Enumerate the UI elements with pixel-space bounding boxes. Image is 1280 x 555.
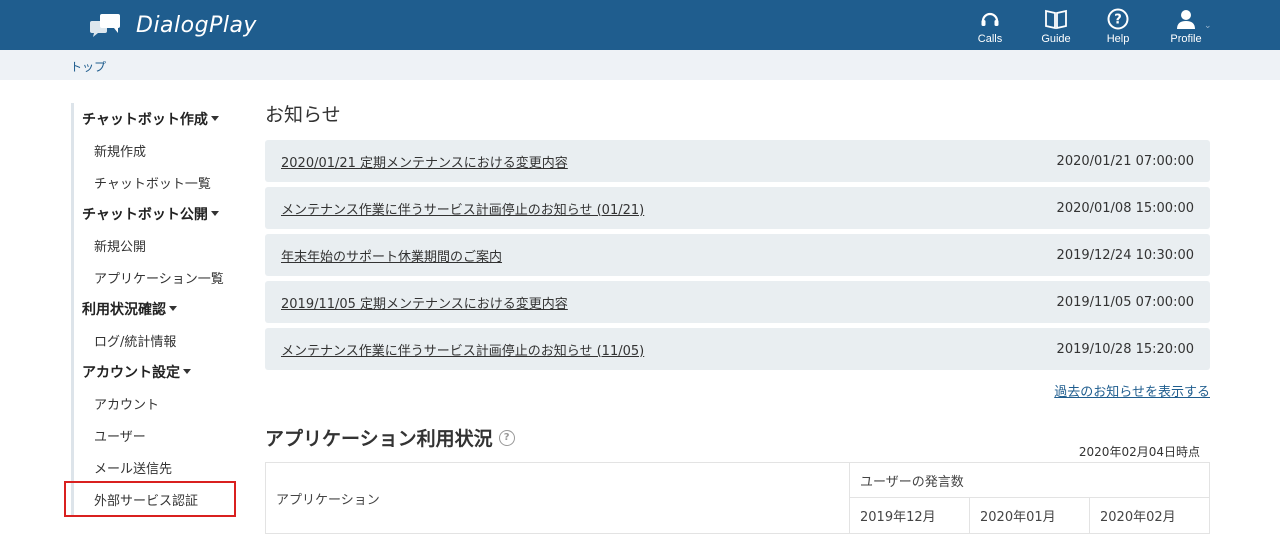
highlight-box [64, 481, 236, 517]
nav-profile-label: Profile [1170, 33, 1202, 45]
sidebar-group-label: 利用状況確認 [82, 301, 166, 318]
svg-text:?: ? [1114, 13, 1122, 28]
table-header-month: 2020年01月 [969, 497, 1090, 534]
table-header-user-messages: ユーザーの発言数 [849, 462, 1210, 498]
news-link[interactable]: 2019/11/05 定期メンテナンスにおける変更内容 [281, 293, 568, 312]
sidebar-group-label: チャットボット公開 [82, 206, 208, 223]
sidebar-group-usage[interactable]: 利用状況確認 [71, 293, 241, 324]
news-link[interactable]: 2020/01/21 定期メンテナンスにおける変更内容 [281, 152, 568, 171]
news-date: 2020/01/21 07:00:00 [1056, 153, 1194, 169]
nav-help[interactable]: ? Help [1088, 8, 1148, 45]
chat-bubbles-icon [90, 14, 120, 37]
app-logo[interactable]: DialogPlay [88, 10, 257, 40]
main-content: お知らせ 2020/01/21 定期メンテナンスにおける変更内容 2020/01… [265, 100, 1210, 534]
news-item: メンテナンス作業に伴うサービス計画停止のお知らせ (01/21) 2020/01… [265, 187, 1210, 229]
caret-down-icon [210, 211, 219, 216]
question-icon: ? [1107, 8, 1129, 30]
caret-down-icon [169, 306, 177, 311]
news-date: 2019/11/05 07:00:00 [1056, 294, 1194, 310]
breadcrumb: トップ [0, 50, 1280, 80]
chevron-down-icon[interactable]: ⌄ [1204, 21, 1212, 31]
sidebar-item-account[interactable]: アカウント [71, 387, 241, 419]
usage-table: アプリケーション ユーザーの発言数 2019年12月 2020年01月 2020… [265, 462, 1210, 534]
sidebar-group-account-settings[interactable]: アカウント設定 [71, 356, 241, 387]
sidebar-group-label: チャットボット作成 [82, 111, 208, 128]
sidebar-item-users[interactable]: ユーザー [71, 419, 241, 451]
table-header-month: 2020年02月 [1089, 497, 1210, 534]
nav-guide[interactable]: Guide [1026, 8, 1086, 45]
news-item: 年末年始のサポート休業期間のご案内 2019/12/24 10:30:00 [265, 234, 1210, 276]
news-link[interactable]: 年末年始のサポート休業期間のご案内 [281, 246, 502, 265]
caret-down-icon [183, 369, 191, 374]
question-icon[interactable]: ? [498, 429, 515, 446]
news-date: 2019/12/24 10:30:00 [1056, 247, 1194, 263]
nav-help-label: Help [1106, 33, 1130, 45]
news-item: 2020/01/21 定期メンテナンスにおける変更内容 2020/01/21 0… [265, 140, 1210, 182]
table-header-application: アプリケーション [265, 462, 850, 534]
breadcrumb-top[interactable]: トップ [70, 58, 106, 75]
sidebar-group-chatbot-create[interactable]: チャットボット作成 [71, 103, 241, 134]
past-news-link[interactable]: 過去のお知らせを表示する [1054, 381, 1210, 400]
app-name: DialogPlay [136, 12, 257, 38]
book-icon [1045, 9, 1067, 30]
news-date: 2019/10/28 15:20:00 [1056, 341, 1194, 357]
news-item: 2019/11/05 定期メンテナンスにおける変更内容 2019/11/05 0… [265, 281, 1210, 323]
usage-title-text: アプリケーション利用状況 [265, 428, 493, 450]
sidebar-item-new-create[interactable]: 新規作成 [71, 134, 241, 166]
top-header: DialogPlay Calls Guide ? Help Profile ⌄ [0, 0, 1280, 50]
caret-down-icon [210, 116, 219, 121]
headset-icon [981, 12, 999, 26]
user-icon [1177, 10, 1195, 29]
sidebar-group-label: アカウント設定 [82, 364, 180, 381]
sidebar-item-mail-destination[interactable]: メール送信先 [71, 451, 241, 483]
sidebar-item-new-publish[interactable]: 新規公開 [71, 229, 241, 261]
table-header-month: 2019年12月 [849, 497, 970, 534]
usage-title: アプリケーション利用状況 ? [265, 424, 515, 451]
sidebar-item-chatbot-list[interactable]: チャットボット一覧 [71, 166, 241, 198]
news-item: メンテナンス作業に伴うサービス計画停止のお知らせ (11/05) 2019/10… [265, 328, 1210, 370]
news-link[interactable]: メンテナンス作業に伴うサービス計画停止のお知らせ (11/05) [281, 340, 644, 359]
sidebar: チャットボット作成 新規作成 チャットボット一覧 チャットボット公開 新規公開 … [71, 103, 241, 515]
news-link[interactable]: メンテナンス作業に伴うサービス計画停止のお知らせ (01/21) [281, 199, 644, 218]
nav-calls[interactable]: Calls [960, 8, 1020, 45]
news-list: 2020/01/21 定期メンテナンスにおける変更内容 2020/01/21 0… [265, 140, 1210, 370]
as-of-date: 2020年02月04日時点 [1078, 445, 1200, 459]
sidebar-group-chatbot-publish[interactable]: チャットボット公開 [71, 198, 241, 229]
nav-guide-label: Guide [1041, 33, 1071, 45]
news-title: お知らせ [265, 104, 341, 126]
news-date: 2020/01/08 15:00:00 [1056, 200, 1194, 216]
nav-calls-label: Calls [977, 33, 1003, 45]
sidebar-item-application-list[interactable]: アプリケーション一覧 [71, 261, 241, 293]
sidebar-item-log-stats[interactable]: ログ/統計情報 [71, 324, 241, 356]
